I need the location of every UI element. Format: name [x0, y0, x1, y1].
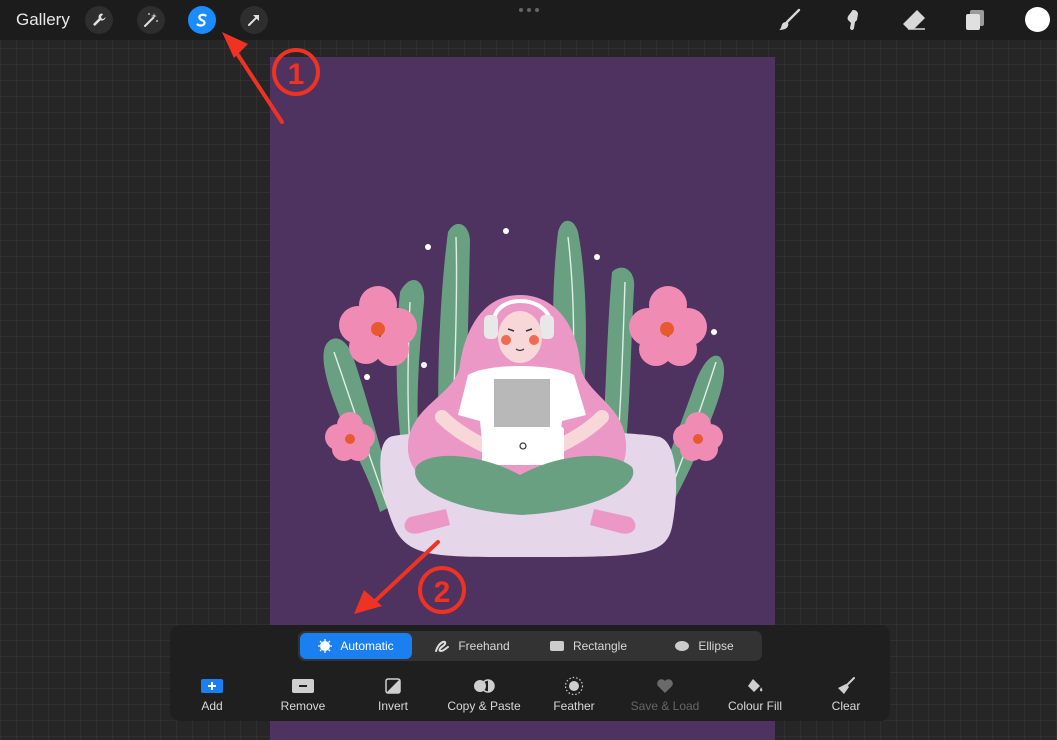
drag-grip[interactable] [519, 8, 539, 12]
wrench-icon[interactable] [85, 6, 113, 34]
copy-paste-button[interactable]: Copy & Paste [439, 677, 529, 713]
mode-label: Rectangle [572, 639, 628, 653]
colour-fill-button[interactable]: Colour Fill [710, 677, 800, 713]
action-label: Save & Load [630, 699, 700, 713]
selection-icon[interactable] [188, 6, 216, 34]
save-load-button[interactable]: Save & Load [620, 677, 710, 713]
invert-button[interactable]: Invert [348, 677, 438, 713]
starburst-icon [318, 639, 333, 653]
mode-automatic[interactable]: Automatic [300, 633, 412, 659]
remove-button[interactable]: Remove [258, 677, 348, 713]
selection-panel: Automatic Freehand Rectangle Ellipse Add… [170, 625, 890, 721]
mode-ellipse[interactable]: Ellipse [648, 633, 760, 659]
action-label: Clear [831, 699, 861, 713]
action-label: Invert [377, 699, 408, 713]
selection-actions: Add Remove Invert Copy & Paste Feather S… [167, 676, 891, 717]
feather-icon [564, 676, 584, 696]
selection-mode-segmented-control: Automatic Freehand Rectangle Ellipse [298, 631, 762, 661]
mode-rectangle[interactable]: Rectangle [532, 633, 644, 659]
clear-broom-icon [838, 677, 855, 694]
plus-icon [201, 679, 223, 693]
freehand-icon [435, 640, 450, 653]
mode-label: Automatic [340, 639, 394, 653]
copy-paste-icon [474, 679, 495, 693]
top-toolbar: Gallery [0, 0, 1057, 40]
rectangle-icon [549, 641, 564, 651]
gallery-button[interactable]: Gallery [16, 10, 70, 30]
action-label: Colour Fill [727, 699, 782, 713]
eraser-icon[interactable] [900, 6, 928, 34]
action-label: Copy & Paste [447, 699, 521, 713]
transform-arrow-icon[interactable] [240, 6, 268, 34]
heart-icon [657, 679, 673, 693]
mode-label: Ellipse [698, 639, 734, 653]
ellipse-icon [675, 641, 690, 651]
mode-label: Freehand [458, 639, 510, 653]
brush-icon[interactable] [776, 6, 804, 34]
magic-wand-icon[interactable] [137, 6, 165, 34]
action-label: Feather [553, 699, 595, 713]
action-label: Remove [280, 699, 326, 713]
clear-button[interactable]: Clear [801, 677, 891, 713]
mode-freehand[interactable]: Freehand [416, 633, 528, 659]
add-button[interactable]: Add [167, 677, 257, 713]
current-color-swatch[interactable] [1025, 7, 1050, 32]
feather-button[interactable]: Feather [529, 676, 619, 713]
layers-icon[interactable] [961, 6, 989, 34]
fill-bucket-icon [748, 679, 763, 692]
action-label: Add [201, 699, 223, 713]
smudge-icon[interactable] [838, 6, 866, 34]
minus-icon [292, 679, 314, 693]
invert-icon [385, 678, 401, 694]
